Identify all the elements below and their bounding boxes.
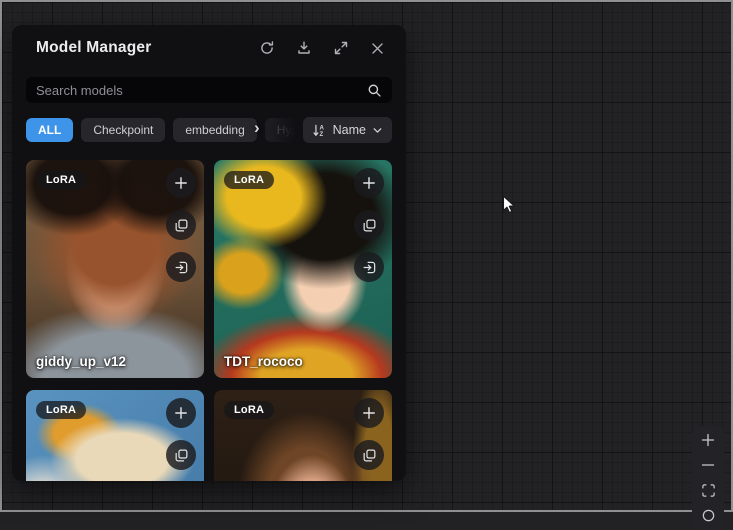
add-to-workflow-button[interactable] bbox=[354, 168, 384, 198]
model-type-badge: LoRA bbox=[36, 171, 86, 189]
copy-button[interactable] bbox=[354, 440, 384, 470]
fit-view-button[interactable] bbox=[692, 480, 724, 505]
model-name: TDT_rococo bbox=[224, 354, 303, 369]
card-actions bbox=[354, 398, 384, 481]
card-actions bbox=[166, 398, 196, 481]
filter-chip-hypernetwork[interactable]: Hype bbox=[265, 118, 295, 142]
refresh-icon bbox=[259, 40, 275, 56]
model-type-badge: LoRA bbox=[36, 401, 86, 419]
copy-button[interactable] bbox=[354, 210, 384, 240]
clipped-tool-icon bbox=[701, 508, 716, 526]
search-icon[interactable] bbox=[367, 83, 382, 98]
refresh-button[interactable] bbox=[258, 40, 275, 57]
page-title: Model Manager bbox=[36, 39, 151, 57]
close-button[interactable] bbox=[369, 40, 386, 57]
sort-label: Name bbox=[333, 123, 366, 137]
canvas-toolbar bbox=[692, 426, 724, 530]
chevron-right-icon[interactable]: › bbox=[254, 118, 260, 138]
svg-text:Z: Z bbox=[319, 131, 323, 138]
import-icon bbox=[174, 260, 189, 275]
fit-view-icon bbox=[701, 483, 716, 501]
model-card[interactable]: LoRA bbox=[214, 390, 392, 481]
filter-chip-all[interactable]: ALL bbox=[26, 118, 73, 142]
filter-chip-embedding[interactable]: embedding bbox=[173, 118, 256, 142]
copy-icon bbox=[174, 218, 189, 233]
model-card[interactable]: LoRA giddy_up_v12 bbox=[26, 160, 204, 378]
download-icon bbox=[296, 40, 312, 56]
add-to-workflow-button[interactable] bbox=[166, 398, 196, 428]
copy-icon bbox=[362, 448, 377, 463]
filter-chip-checkpoint[interactable]: Checkpoint bbox=[81, 118, 165, 142]
card-actions bbox=[166, 168, 196, 282]
download-button[interactable] bbox=[295, 40, 312, 57]
add-to-workflow-button[interactable] bbox=[354, 398, 384, 428]
load-button[interactable] bbox=[354, 252, 384, 282]
plus-icon bbox=[173, 405, 189, 421]
card-actions bbox=[354, 168, 384, 282]
copy-icon bbox=[362, 218, 377, 233]
sort-alpha-icon: AZ bbox=[312, 123, 327, 138]
copy-button[interactable] bbox=[166, 210, 196, 240]
search-input[interactable] bbox=[36, 83, 367, 98]
zoom-out-button[interactable] bbox=[692, 454, 724, 479]
minus-icon bbox=[700, 457, 716, 476]
plus-icon bbox=[173, 175, 189, 191]
import-icon bbox=[362, 260, 377, 275]
plus-icon bbox=[361, 405, 377, 421]
model-manager-panel: Model Manager bbox=[12, 25, 406, 481]
copy-icon bbox=[174, 448, 189, 463]
close-icon bbox=[370, 41, 385, 56]
model-card[interactable]: LoRA bbox=[26, 390, 204, 481]
header-actions bbox=[258, 40, 386, 57]
expand-icon bbox=[333, 40, 349, 56]
chevron-down-icon bbox=[372, 125, 383, 136]
model-name: giddy_up_v12 bbox=[36, 354, 126, 369]
load-button[interactable] bbox=[166, 252, 196, 282]
plus-icon bbox=[700, 432, 716, 451]
model-type-badge: LoRA bbox=[224, 401, 274, 419]
copy-button[interactable] bbox=[166, 440, 196, 470]
panel-header: Model Manager bbox=[12, 25, 406, 58]
model-card[interactable]: LoRA TDT_rococo bbox=[214, 160, 392, 378]
plus-icon bbox=[361, 175, 377, 191]
zoom-in-button[interactable] bbox=[692, 429, 724, 454]
clipped-tool-button[interactable] bbox=[692, 505, 724, 530]
search-bar bbox=[26, 77, 392, 103]
add-to-workflow-button[interactable] bbox=[166, 168, 196, 198]
model-type-badge: LoRA bbox=[224, 171, 274, 189]
model-grid: LoRA giddy_up_v12 LoRA TDT_rococo LoRA bbox=[26, 160, 392, 481]
sort-button[interactable]: AZ Name bbox=[303, 117, 392, 143]
expand-button[interactable] bbox=[332, 40, 349, 57]
filter-bar: ALL Checkpoint embedding Hype › AZ Name bbox=[26, 117, 392, 143]
